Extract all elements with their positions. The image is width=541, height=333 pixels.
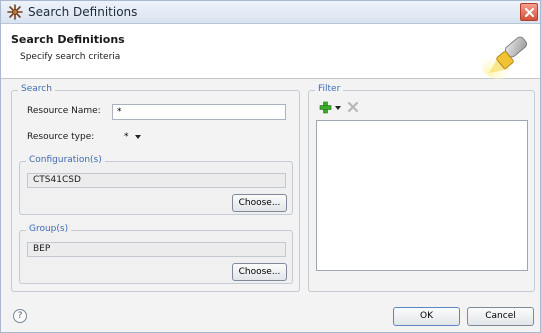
search-definitions-dialog: Search Definitions Search Definitions Sp… [0,0,541,333]
resource-type-label: Resource type: [27,132,95,142]
dialog-header: Search Definitions Specify search criter… [1,24,540,79]
resource-name-input[interactable]: * [112,104,286,120]
close-button[interactable] [520,3,538,21]
green-plus-icon[interactable] [319,101,332,114]
help-icon[interactable]: ? [13,309,27,323]
gray-x-icon [347,101,359,113]
filter-list[interactable] [316,120,528,271]
app-star-icon [7,4,23,20]
choose-group-button[interactable]: Choose... [232,263,287,281]
dialog-footer: ? OK Cancel [1,299,540,333]
window-title: Search Definitions [28,5,138,19]
add-menu-chevron-down-icon[interactable] [335,106,341,110]
flashlight-icon [483,36,528,79]
search-legend: Search [18,84,55,94]
configuration-field: CTS41CSD [27,173,286,188]
resource-type-select[interactable]: * [124,132,129,142]
chevron-down-icon[interactable] [135,135,141,139]
filter-legend: Filter [315,84,344,94]
resource-name-label: Resource Name: [27,106,101,116]
groups-group: Group(s) BEP Choose... [19,224,293,284]
configuration-group: Configuration(s) CTS41CSD Choose... [19,155,293,215]
cancel-button[interactable]: Cancel [467,307,534,326]
choose-configuration-button[interactable]: Choose... [232,194,287,212]
filter-group: Filter [308,84,535,292]
header-title: Search Definitions [11,33,125,46]
groups-legend: Group(s) [26,224,72,234]
search-group: Search Resource Name: * Resource type: *… [11,84,300,292]
header-subtitle: Specify search criteria [20,52,121,62]
group-field: BEP [27,242,286,257]
ok-button[interactable]: OK [393,307,460,326]
title-bar[interactable]: Search Definitions [1,1,540,24]
configuration-legend: Configuration(s) [26,155,105,165]
close-icon [525,8,534,17]
